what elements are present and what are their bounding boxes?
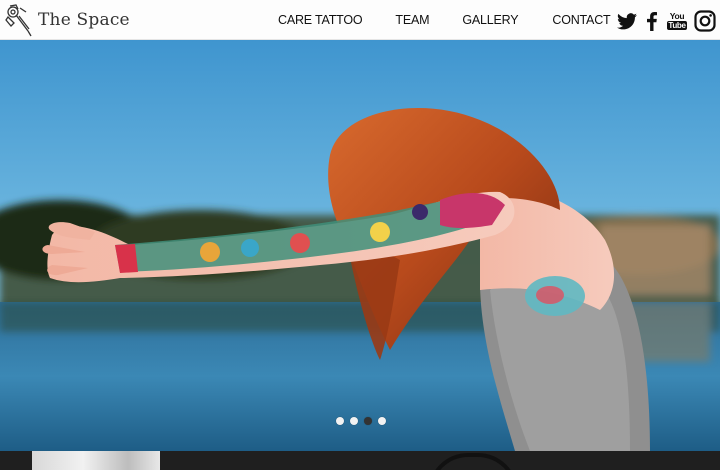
twitter-icon[interactable] — [616, 10, 638, 32]
nav-gallery[interactable]: GALLERY — [462, 13, 518, 27]
next-section-preview — [0, 451, 720, 470]
nav-contact[interactable]: CONTACT — [552, 13, 610, 27]
hero-slider-image[interactable] — [0, 40, 720, 451]
slide-dot-1[interactable] — [336, 417, 344, 425]
slide-dot-3[interactable] — [364, 417, 372, 425]
site-header: The Space CARE TATTOO TEAM GALLERY CONTA… — [0, 0, 720, 40]
nav-care-tattoo[interactable]: CARE TATTOO — [278, 13, 363, 27]
section-image-right — [428, 453, 518, 470]
slider-pagination — [336, 417, 392, 425]
social-links: You Tube — [616, 9, 716, 33]
brand-name: The Space — [38, 10, 130, 30]
instagram-icon[interactable] — [694, 10, 716, 32]
facebook-icon[interactable] — [646, 10, 658, 32]
youtube-you-text: You — [669, 11, 685, 21]
youtube-icon[interactable]: You Tube — [667, 10, 687, 32]
youtube-tube-text: Tube — [667, 21, 687, 30]
nav-team[interactable]: TEAM — [395, 13, 429, 27]
slide-dot-4[interactable] — [378, 417, 386, 425]
slide-dot-2[interactable] — [350, 417, 358, 425]
tattoo-machine-icon — [5, 4, 32, 37]
brand-logo[interactable]: The Space — [4, 3, 130, 37]
section-image-left — [32, 451, 160, 470]
hero-photo — [0, 40, 720, 451]
main-nav: CARE TATTOO TEAM GALLERY CONTACT — [278, 0, 611, 40]
